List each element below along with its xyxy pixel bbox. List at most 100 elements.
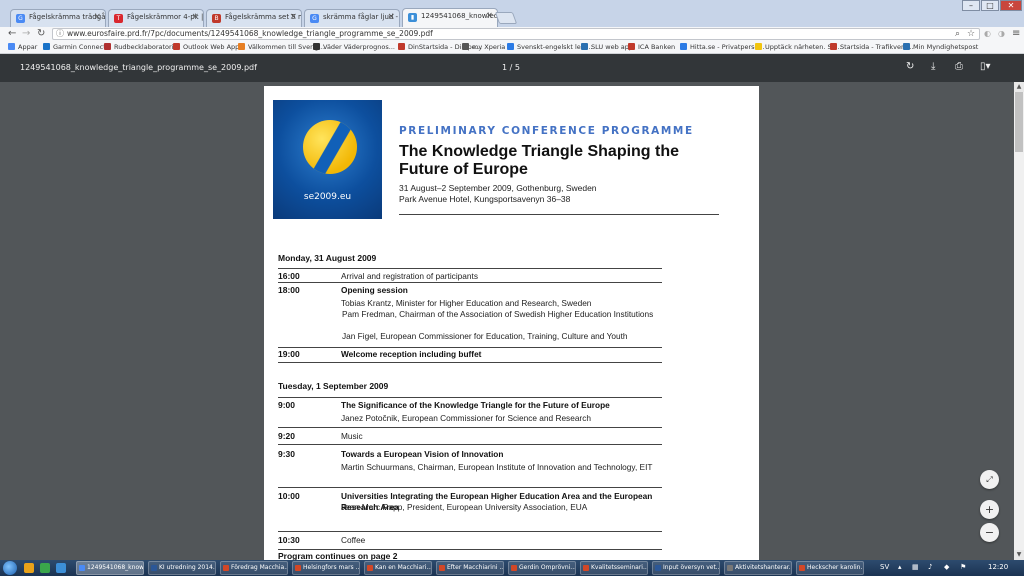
download-icon[interactable]: ⤓ [931, 61, 935, 72]
bookmark-item[interactable]: Startsida - Trafikverk... [830, 43, 914, 51]
bookmark-item[interactable]: Rudbecklaboratoriet [104, 43, 180, 51]
bookmark-item[interactable]: Appar [8, 43, 37, 51]
taskbar-window-label: Efter Macchiarini ... [447, 564, 504, 571]
bookmark-favicon-icon [628, 43, 635, 50]
bookmark-label: Min Myndighetspost [913, 43, 979, 51]
taskbar-window-button[interactable]: Kan en Macchiari... [364, 561, 432, 575]
bookmark-item[interactable]: SLU web app [581, 43, 633, 51]
close-tab-icon[interactable]: × [93, 12, 101, 22]
se2009-logo: se2009.eu [273, 100, 382, 219]
page-indicator[interactable]: 1 / 5 [502, 63, 520, 72]
address-bar[interactable]: ⓘ www.eurosfaire.prd.fr/7pc/documents/12… [52, 28, 980, 40]
taskbar-window-button[interactable]: Kvalitetsseminari... [580, 561, 648, 575]
bookmark-item[interactable]: Garmin Connect [43, 43, 106, 51]
bookmark-item[interactable]: Min Myndighetspost [903, 43, 978, 51]
browser-tab[interactable]: BFågelskrämma set 5 m...× [206, 9, 302, 27]
session-time: 9:00 [278, 400, 296, 410]
bookmark-item[interactable]: my Xperia [462, 43, 505, 51]
app-icon [511, 565, 517, 571]
explorer-pin-icon[interactable] [24, 563, 34, 573]
bookmark-star-icon[interactable]: ☆ [967, 29, 975, 39]
tab-favicon-icon: T [114, 14, 123, 23]
taskbar-window-button[interactable]: Föredrag Macchia... [220, 561, 288, 575]
print-icon[interactable]: ⎙ [955, 61, 963, 72]
bookmark-item[interactable]: Hitta.se - Privatperso... [680, 43, 765, 51]
vertical-scrollbar[interactable] [1014, 82, 1024, 560]
spotify-pin-icon[interactable] [40, 563, 50, 573]
close-tab-icon[interactable]: × [289, 12, 297, 22]
browser-tab[interactable]: GFågelskrämma trädgård...× [10, 9, 106, 27]
taskbar-window-button[interactable]: KI utredning 2014... [148, 561, 216, 575]
bookmark-item[interactable]: Väder Väderprognos... [313, 43, 395, 51]
bookmark-favicon-icon [398, 43, 405, 50]
rotate-icon[interactable]: ↻ [906, 61, 914, 72]
bookmark-item[interactable]: Välkommen till Sverig... [238, 43, 325, 51]
start-button-icon[interactable] [3, 561, 17, 575]
zoom-in-icon[interactable]: + [980, 500, 999, 519]
taskbar-window-label: 1249541068_know... [87, 564, 144, 571]
browser-tab-strip: GFågelskrämma trädgård...×TFågelskrämmor… [0, 0, 1024, 27]
network-icon[interactable]: ▦ [912, 563, 919, 571]
fit-to-page-icon[interactable]: ⤢ [980, 470, 999, 489]
new-tab-button[interactable] [494, 12, 518, 24]
flag-icon[interactable]: ⚑ [960, 563, 966, 571]
taskbar-window-button[interactable]: Aktivitetshanterar... [724, 561, 792, 575]
language-indicator[interactable]: SV [880, 563, 889, 571]
taskbar-window-button[interactable]: Gerdin Omprövni... [508, 561, 576, 575]
bookmark-menu-icon[interactable]: ▯▾ [980, 61, 991, 72]
taskbar-window-button[interactable]: Input översyn vet... [652, 561, 720, 575]
clock[interactable]: 12:20 [988, 563, 1008, 571]
bookmark-item[interactable]: ICA Banken [628, 43, 675, 51]
taskbar-window-label: KI utredning 2014... [159, 564, 216, 571]
zoom-out-icon[interactable]: − [980, 523, 999, 542]
menu-icon[interactable]: ≡ [1012, 28, 1020, 40]
back-icon[interactable]: ← [8, 28, 16, 40]
maximize-window-button[interactable]: □ [981, 0, 999, 11]
taskbar-window-button[interactable]: 1249541068_know... [76, 561, 144, 575]
bookmarks-bar: Appar Garmin Connect Rudbecklaboratoriet Ou… [0, 41, 1024, 54]
close-window-button[interactable]: ✕ [1000, 0, 1022, 11]
scrollbar-thumb[interactable] [1015, 92, 1023, 152]
browser-toolbar: ← → ↻ ⓘ www.eurosfaire.prd.fr/7pc/docume… [0, 27, 1024, 41]
page-info-icon[interactable]: ⓘ [56, 29, 64, 39]
browser-tab[interactable]: Gskrämma fåglar ljud - S...× [304, 9, 400, 27]
bookmark-label: Appar [18, 43, 38, 51]
extension-icon-2[interactable]: ◑ [998, 28, 1005, 40]
close-tab-icon[interactable]: × [485, 11, 493, 21]
zoom-icon[interactable]: ⌕ [955, 29, 960, 39]
session-title: The Significance of the Knowledge Triang… [341, 400, 610, 410]
browser-tab[interactable]: TFågelskrämmor 4-pk | A...× [108, 9, 204, 27]
minimize-window-button[interactable]: – [962, 0, 980, 11]
forward-icon[interactable]: → [22, 28, 30, 40]
reload-icon[interactable]: ↻ [37, 28, 45, 40]
bookmark-favicon-icon [830, 43, 837, 50]
conference-venue: Park Avenue Hotel, Kungsportsavenyn 36–3… [399, 194, 571, 204]
bookmark-favicon-icon [43, 43, 50, 50]
session-speaker: Pam Fredman, Chairman of the Association… [342, 309, 654, 319]
volume-icon[interactable]: ♪ [928, 563, 932, 571]
bookmark-item[interactable]: Svenskt-engelskt lexi... [507, 43, 593, 51]
chrome-pin-icon[interactable] [56, 563, 66, 573]
scroll-down-arrow-icon[interactable]: ▼ [1014, 550, 1024, 560]
taskbar-window-button[interactable]: Efter Macchiarini ... [436, 561, 504, 575]
tray-arrow-icon[interactable]: ▴ [898, 563, 902, 571]
session-speaker: Martin Schuurmans, Chairman, European In… [341, 462, 653, 472]
shield-icon[interactable]: ◆ [944, 563, 949, 571]
bookmark-favicon-icon [903, 43, 910, 50]
bookmark-favicon-icon [238, 43, 245, 50]
browser-tab[interactable]: ▮1249541068_knowledge...× [402, 8, 498, 27]
taskbar-window-button[interactable]: Helsingfors mars ... [292, 561, 360, 575]
bookmark-item[interactable]: Upptäck närheten. Sö... [755, 43, 842, 51]
close-tab-icon[interactable]: × [387, 12, 395, 22]
taskbar-window-button[interactable]: Heckscher karolin... [796, 561, 864, 575]
close-tab-icon[interactable]: × [191, 12, 199, 22]
taskbar-window-label: Helsingfors mars ... [303, 564, 360, 571]
bookmark-item[interactable]: Outlook Web App [173, 43, 239, 51]
bookmark-label: SLU web app [591, 43, 633, 51]
extension-icon[interactable]: ◐ [984, 28, 991, 40]
app-icon [799, 565, 805, 571]
scroll-up-arrow-icon[interactable]: ▲ [1014, 82, 1024, 92]
row-divider [278, 362, 662, 363]
session-time: 9:30 [278, 449, 296, 459]
row-divider [278, 427, 662, 428]
